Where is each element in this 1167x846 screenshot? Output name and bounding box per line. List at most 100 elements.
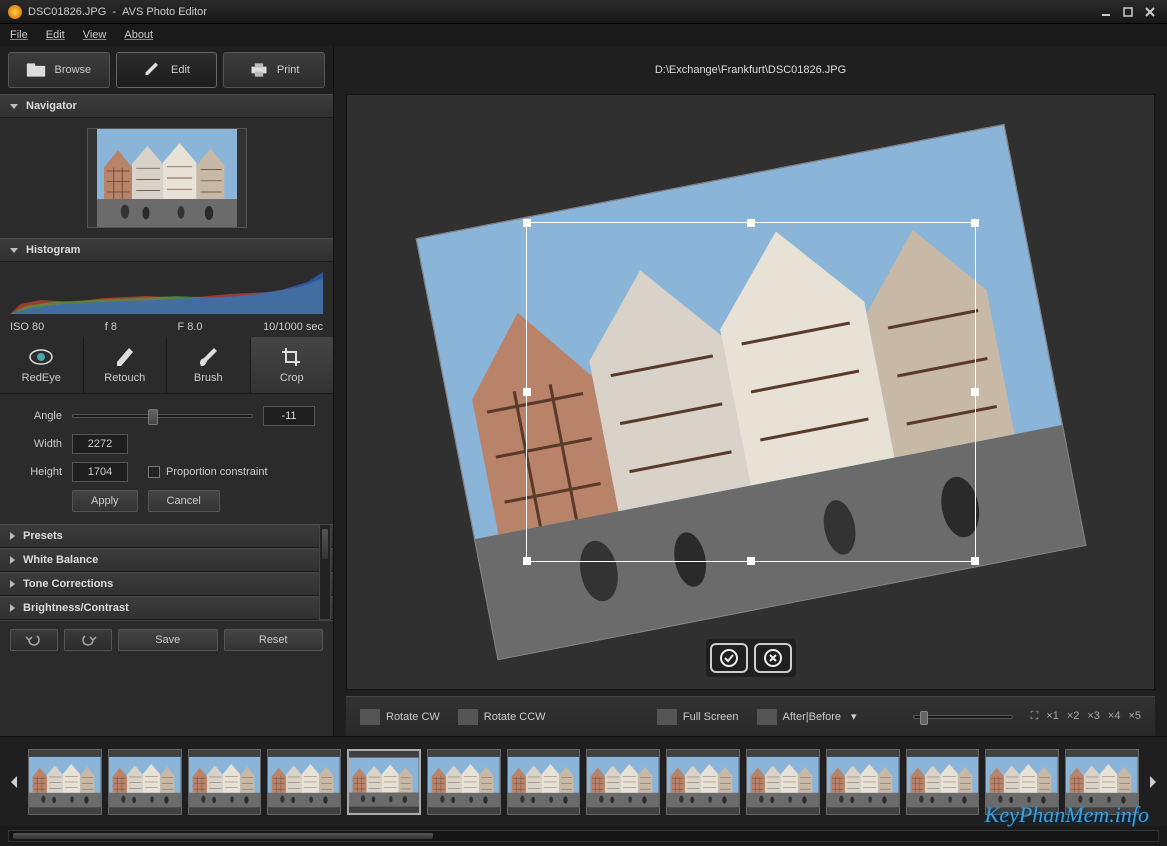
- save-button[interactable]: Save: [118, 629, 218, 651]
- tool-redeye[interactable]: RedEye: [0, 337, 84, 393]
- width-label: Width: [18, 438, 62, 450]
- navigator-panel: [0, 118, 333, 238]
- thumb-5[interactable]: [347, 749, 421, 815]
- exif-shutter: 10/1000 sec: [263, 321, 323, 333]
- tone-header[interactable]: Tone Corrections: [0, 572, 333, 596]
- navigator-thumbnail[interactable]: [87, 128, 247, 228]
- filmstrip-prev[interactable]: [6, 752, 22, 812]
- fullscreen-button[interactable]: Full Screen: [657, 709, 739, 725]
- menu-about[interactable]: About: [124, 29, 153, 41]
- filmstrip-next[interactable]: [1145, 752, 1161, 812]
- maximize-button[interactable]: [1119, 5, 1137, 19]
- confirm-button[interactable]: [710, 643, 748, 673]
- mode-browse[interactable]: Browse: [8, 52, 110, 88]
- tool-redeye-label: RedEye: [22, 372, 61, 384]
- crop-handle-bl[interactable]: [523, 557, 531, 565]
- menu-edit[interactable]: Edit: [46, 29, 65, 41]
- crop-handle-tl[interactable]: [523, 219, 531, 227]
- file-path: D:\Exchange\Frankfurt\DSC01826.JPG: [334, 46, 1167, 94]
- dropdown-icon: ▾: [851, 710, 857, 723]
- filmstrip-thumbs: [28, 749, 1139, 815]
- after-before-button[interactable]: After|Before▾: [757, 709, 857, 725]
- thumb-4[interactable]: [267, 749, 341, 815]
- minimize-button[interactable]: [1097, 5, 1115, 19]
- zoom-2x[interactable]: ×2: [1067, 710, 1080, 723]
- presets-header[interactable]: Presets: [0, 524, 333, 548]
- thumb-12[interactable]: [906, 749, 980, 815]
- horizontal-scrollbar[interactable]: [8, 830, 1159, 842]
- thumb-9[interactable]: [666, 749, 740, 815]
- zoom-slider-thumb[interactable]: [920, 711, 928, 725]
- thumb-11[interactable]: [826, 749, 900, 815]
- compare-icon: [757, 709, 777, 725]
- thumb-14[interactable]: [1065, 749, 1139, 815]
- crop-handle-tc[interactable]: [747, 219, 755, 227]
- white-balance-header[interactable]: White Balance: [0, 548, 333, 572]
- angle-slider-thumb[interactable]: [148, 409, 158, 425]
- zoom-fit[interactable]: ⛶: [1031, 710, 1039, 723]
- crop-handle-tr[interactable]: [971, 219, 979, 227]
- chevron-right-icon: [10, 604, 15, 612]
- chevron-right-icon: [10, 580, 15, 588]
- close-button[interactable]: [1141, 5, 1159, 19]
- angle-value[interactable]: -11: [263, 406, 315, 426]
- thumb-2[interactable]: [108, 749, 182, 815]
- thumb-8[interactable]: [586, 749, 660, 815]
- rotate-ccw-button[interactable]: Rotate CCW: [458, 709, 546, 725]
- menu-view[interactable]: View: [83, 29, 107, 41]
- sidebar-scrollbar[interactable]: [319, 524, 331, 620]
- proportion-checkbox[interactable]: [148, 466, 160, 478]
- width-input[interactable]: 2272: [72, 434, 128, 454]
- menu-file[interactable]: File: [10, 29, 28, 41]
- mode-edit-label: Edit: [171, 64, 190, 76]
- thumb-1[interactable]: [28, 749, 102, 815]
- app-icon: [8, 5, 22, 19]
- thumb-6[interactable]: [427, 749, 501, 815]
- reset-button[interactable]: Reset: [224, 629, 324, 651]
- canvas[interactable]: [346, 94, 1155, 690]
- angle-slider[interactable]: [72, 414, 253, 418]
- tool-crop[interactable]: Crop: [251, 337, 334, 393]
- mode-edit[interactable]: Edit: [116, 52, 218, 88]
- crop-handle-br[interactable]: [971, 557, 979, 565]
- exif-aperture: f 8: [105, 321, 117, 333]
- mode-print[interactable]: Print: [223, 52, 325, 88]
- brightness-label: Brightness/Contrast: [23, 602, 129, 614]
- tool-retouch[interactable]: Retouch: [84, 337, 168, 393]
- redo-button[interactable]: [64, 629, 112, 651]
- thumb-13[interactable]: [985, 749, 1059, 815]
- crop-handle-bc[interactable]: [747, 557, 755, 565]
- zoom-1x[interactable]: ×1: [1046, 710, 1059, 723]
- height-input[interactable]: 1704: [72, 462, 128, 482]
- crop-handle-mr[interactable]: [971, 388, 979, 396]
- zoom-slider[interactable]: [913, 715, 1013, 719]
- navigator-header[interactable]: Navigator: [0, 94, 333, 118]
- histogram-info: ISO 80 f 8 F 8.0 10/1000 sec: [10, 321, 323, 333]
- retouch-icon: [113, 346, 137, 368]
- brightness-header[interactable]: Brightness/Contrast: [0, 596, 333, 620]
- rotate-ccw-icon: [458, 709, 478, 725]
- angle-label: Angle: [18, 410, 62, 422]
- cancel-button[interactable]: Cancel: [148, 490, 220, 512]
- crop-handle-ml[interactable]: [523, 388, 531, 396]
- tool-brush[interactable]: Brush: [167, 337, 251, 393]
- window-title: DSC01826.JPG - AVS Photo Editor: [28, 6, 207, 18]
- redo-icon: [79, 633, 97, 647]
- thumb-3[interactable]: [188, 749, 262, 815]
- histogram-label: Histogram: [26, 244, 80, 256]
- crop-rectangle[interactable]: [526, 222, 976, 562]
- reject-button[interactable]: [754, 643, 792, 673]
- thumb-10[interactable]: [746, 749, 820, 815]
- chevron-right-icon: [10, 532, 15, 540]
- chevron-down-icon: [10, 248, 18, 253]
- histogram-header[interactable]: Histogram: [0, 238, 333, 262]
- apply-button[interactable]: Apply: [72, 490, 138, 512]
- brush-icon: [196, 346, 220, 368]
- rotate-cw-button[interactable]: Rotate CW: [360, 709, 440, 725]
- navigator-label: Navigator: [26, 100, 77, 112]
- zoom-4x[interactable]: ×4: [1108, 710, 1121, 723]
- thumb-7[interactable]: [507, 749, 581, 815]
- undo-button[interactable]: [10, 629, 58, 651]
- zoom-3x[interactable]: ×3: [1087, 710, 1100, 723]
- zoom-5x[interactable]: ×5: [1128, 710, 1141, 723]
